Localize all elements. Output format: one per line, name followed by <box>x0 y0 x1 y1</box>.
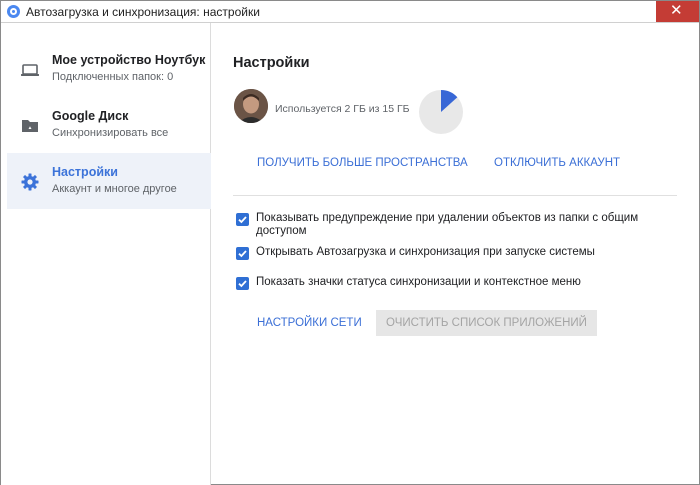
storage-usage-text: Используется 2 ГБ из 15 ГБ <box>275 103 410 115</box>
sidebar-item-title: Мое устройство Ноутбук <box>52 53 206 67</box>
checkmark-icon <box>238 280 247 288</box>
option-label: Открывать Автозагрузка и синхронизация п… <box>256 246 595 258</box>
title-bar: Автозагрузка и синхронизация: настройки … <box>1 1 699 23</box>
checkbox-checked[interactable] <box>236 213 249 226</box>
app-window: Автозагрузка и синхронизация: настройки … <box>0 0 700 485</box>
settings-panel: Настройки Используется 2 ГБ из 15 ГБ ПОЛ… <box>212 23 699 485</box>
checkbox-checked[interactable] <box>236 277 249 290</box>
close-icon: ✕ <box>670 2 683 19</box>
backup-sync-icon <box>7 5 20 18</box>
checkmark-icon <box>238 250 247 258</box>
window-title: Автозагрузка и синхронизация: настройки <box>26 5 260 19</box>
sidebar-item-subtitle: Аккаунт и многое другое <box>52 183 177 195</box>
sidebar-item-subtitle: Синхронизировать все <box>52 127 169 139</box>
sidebar-item-my-device[interactable]: Мое устройство Ноутбук Подключенных папо… <box>7 41 211 97</box>
disconnect-account-button[interactable]: ОТКЛЮЧИТЬ АККАУНТ <box>494 157 620 169</box>
close-button[interactable]: ✕ <box>656 1 699 22</box>
sidebar: Мое устройство Ноутбук Подключенных папо… <box>1 23 211 485</box>
page-title: Настройки <box>233 55 310 71</box>
clear-apps-list-button[interactable]: ОЧИСТИТЬ СПИСОК ПРИЛОЖЕНИЙ <box>376 310 597 336</box>
get-more-space-button[interactable]: ПОЛУЧИТЬ БОЛЬШЕ ПРОСТРАНСТВА <box>257 157 468 169</box>
laptop-icon <box>21 64 39 76</box>
option-label: Показывать предупреждение при удалении о… <box>256 212 639 237</box>
sidebar-item-settings[interactable]: Настройки Аккаунт и многое другое <box>7 153 211 209</box>
checkmark-icon <box>238 216 247 224</box>
option-label: Показать значки статуса синхронизации и … <box>256 276 581 288</box>
storage-pie-chart <box>419 90 463 134</box>
sidebar-item-title: Настройки <box>52 165 118 179</box>
network-settings-button[interactable]: НАСТРОЙКИ СЕТИ <box>257 317 362 329</box>
sidebar-item-title: Google Диск <box>52 109 129 123</box>
gear-icon <box>21 173 39 191</box>
sidebar-item-subtitle: Подключенных папок: 0 <box>52 71 174 83</box>
divider <box>233 195 677 196</box>
avatar <box>234 89 268 123</box>
sidebar-item-google-drive[interactable]: Google Диск Синхронизировать все <box>7 97 211 153</box>
checkbox-checked[interactable] <box>236 247 249 260</box>
drive-folder-icon <box>22 120 38 132</box>
